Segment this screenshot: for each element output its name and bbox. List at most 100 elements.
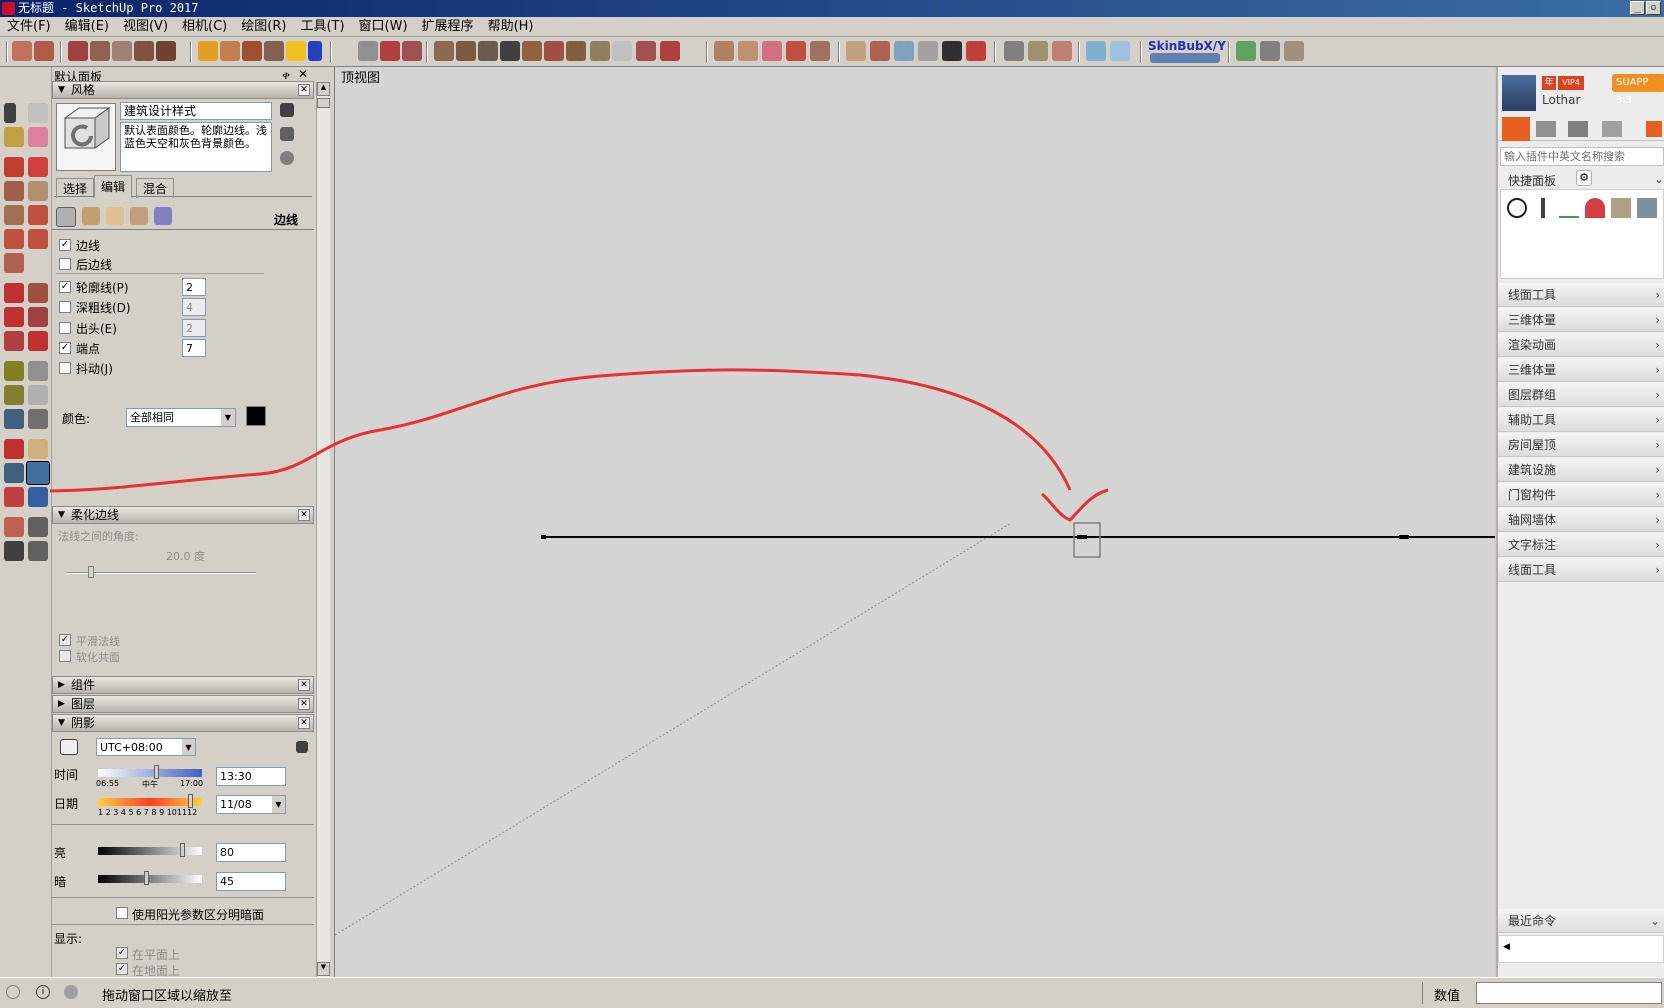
line-tool-icon[interactable] — [242, 41, 262, 61]
d-tool-icon[interactable] — [308, 41, 322, 61]
rotate-icon[interactable] — [4, 307, 24, 327]
user-icon[interactable] — [1568, 121, 1588, 137]
orbit-icon[interactable] — [4, 439, 24, 459]
chevron-down-icon[interactable]: ▼ — [272, 796, 285, 813]
open-icon[interactable] — [12, 41, 32, 61]
orbit-tool-icon[interactable] — [198, 41, 218, 61]
watermark-settings-icon[interactable] — [130, 207, 148, 225]
extension-field[interactable]: 2 — [182, 319, 206, 337]
message-icon[interactable] — [1536, 121, 1556, 137]
move-x-icon[interactable] — [522, 41, 542, 61]
date-slider-track[interactable] — [98, 798, 202, 806]
chevron-down-icon[interactable]: ▼ — [182, 739, 195, 755]
category-item[interactable]: 文字标注 › — [1498, 533, 1664, 557]
circle-icon[interactable] — [4, 205, 24, 225]
chevron-down-icon[interactable]: ▼ — [221, 409, 235, 426]
gear-icon[interactable]: ⚙ — [1576, 170, 1592, 186]
move-icon[interactable] — [4, 283, 24, 303]
edge-settings-icon[interactable] — [56, 207, 76, 227]
box-blue-icon[interactable] — [1086, 41, 1106, 61]
star-icon[interactable] — [612, 41, 632, 61]
category-item[interactable]: 辅助工具 › — [1498, 408, 1664, 432]
select-plugin-icon[interactable] — [358, 41, 378, 61]
menu-extensions[interactable]: 扩展程序 — [415, 17, 481, 37]
position-camera-icon[interactable] — [4, 517, 24, 537]
arc-tool-icon[interactable] — [220, 41, 240, 61]
tab-edit[interactable]: 编辑 — [94, 175, 133, 198]
zoom-extents-icon[interactable] — [4, 487, 24, 507]
styles-header[interactable]: ▼ 风格 ✕ — [52, 81, 314, 99]
menu-camera[interactable]: 相机(C) — [175, 17, 234, 37]
face-settings-icon[interactable] — [82, 207, 100, 225]
minimize-button[interactable]: _ — [1630, 1, 1645, 15]
measurements-input[interactable] — [1476, 982, 1662, 1004]
plant-icon[interactable] — [1236, 41, 1256, 61]
style-thumbnail[interactable] — [56, 103, 116, 171]
axes-icon[interactable] — [4, 409, 24, 429]
date-slider-thumb[interactable] — [188, 794, 193, 808]
zoom-window-icon[interactable] — [26, 461, 50, 485]
polyline-icon[interactable] — [1559, 198, 1579, 218]
update-style-icon[interactable] — [280, 151, 294, 165]
time-input[interactable]: 13:30 — [216, 767, 286, 786]
pie-icon[interactable] — [4, 253, 24, 273]
warehouse-icon[interactable] — [156, 41, 176, 61]
time-slider-thumb[interactable] — [154, 765, 159, 779]
freehand-icon[interactable] — [28, 157, 48, 177]
grid-icon[interactable] — [1004, 41, 1024, 61]
scroll-left-icon[interactable]: ◀ — [1503, 942, 1510, 952]
edges-checkbox[interactable]: ✓ — [59, 239, 71, 251]
home-icon[interactable] — [1502, 117, 1530, 141]
extension-checkbox[interactable] — [59, 322, 71, 334]
roof-icon[interactable] — [714, 41, 734, 61]
create-style-icon[interactable] — [280, 127, 294, 141]
tape-measure-icon[interactable] — [4, 361, 24, 381]
polygon-icon[interactable] — [28, 205, 48, 225]
move-z-icon[interactable] — [566, 41, 586, 61]
sphere-icon[interactable] — [810, 41, 830, 61]
chevron-down-icon[interactable]: ⌄ — [1654, 172, 1664, 186]
info-icon[interactable]: i — [36, 985, 50, 999]
background-settings-icon[interactable] — [106, 207, 124, 225]
rotated-rect-icon[interactable] — [28, 181, 48, 201]
back-edges-checkbox[interactable] — [59, 258, 71, 270]
two-point-arc-icon[interactable] — [28, 229, 48, 249]
eraser-icon[interactable] — [28, 127, 48, 147]
cube-wire-icon[interactable] — [894, 41, 914, 61]
scale-icon[interactable] — [4, 331, 24, 351]
soften-header[interactable]: ▼ 柔化边线 ✕ — [52, 506, 314, 524]
3d-text-icon[interactable] — [28, 409, 48, 429]
profiles-width-field[interactable]: 2 — [182, 278, 206, 296]
pen-plugin-icon[interactable] — [786, 41, 806, 61]
push-pull-icon[interactable] — [28, 283, 48, 303]
light-slider-thumb[interactable] — [180, 843, 185, 857]
smooth-normals-checkbox[interactable]: ✓ — [59, 634, 71, 646]
search-icon[interactable] — [1602, 121, 1622, 137]
category-item[interactable]: 线面工具 › — [1498, 558, 1664, 582]
tab-mix[interactable]: 混合 — [136, 178, 175, 198]
paint-icon[interactable] — [90, 41, 110, 61]
select-tool-icon[interactable] — [4, 103, 16, 123]
menu-view[interactable]: 视图(V) — [116, 17, 175, 37]
gear-plugin-icon[interactable] — [1260, 41, 1280, 61]
plugin-search-input[interactable]: 输入插件中英文名称搜索 — [1500, 147, 1664, 166]
ring-icon[interactable] — [1028, 41, 1048, 61]
menu-tools[interactable]: 工具(T) — [293, 17, 351, 37]
category-item[interactable]: 建筑设施 › — [1498, 458, 1664, 482]
follow-me-icon[interactable] — [28, 307, 48, 327]
component-icon[interactable] — [68, 41, 88, 61]
texture-icon[interactable] — [942, 41, 962, 61]
shadow-toggle-icon[interactable] — [60, 739, 78, 755]
scroll-down-icon[interactable]: ▼ — [317, 962, 330, 976]
layers-header[interactable]: ▶ 图层 ✕ — [52, 695, 314, 713]
menu-window[interactable]: 窗口(W) — [352, 17, 415, 37]
drawing-viewport[interactable]: 顶视图 — [334, 67, 1495, 977]
angle-slider-thumb[interactable] — [88, 566, 94, 578]
curve-icon[interactable] — [478, 41, 498, 61]
category-item[interactable]: 门窗构件 › — [1498, 483, 1664, 507]
scroll-thumb[interactable] — [317, 98, 330, 108]
make-component-icon[interactable] — [28, 103, 48, 123]
look-around-icon[interactable] — [28, 517, 48, 537]
category-item[interactable]: 线面工具 › — [1498, 283, 1664, 307]
arc-plugin-icon[interactable] — [500, 41, 520, 61]
